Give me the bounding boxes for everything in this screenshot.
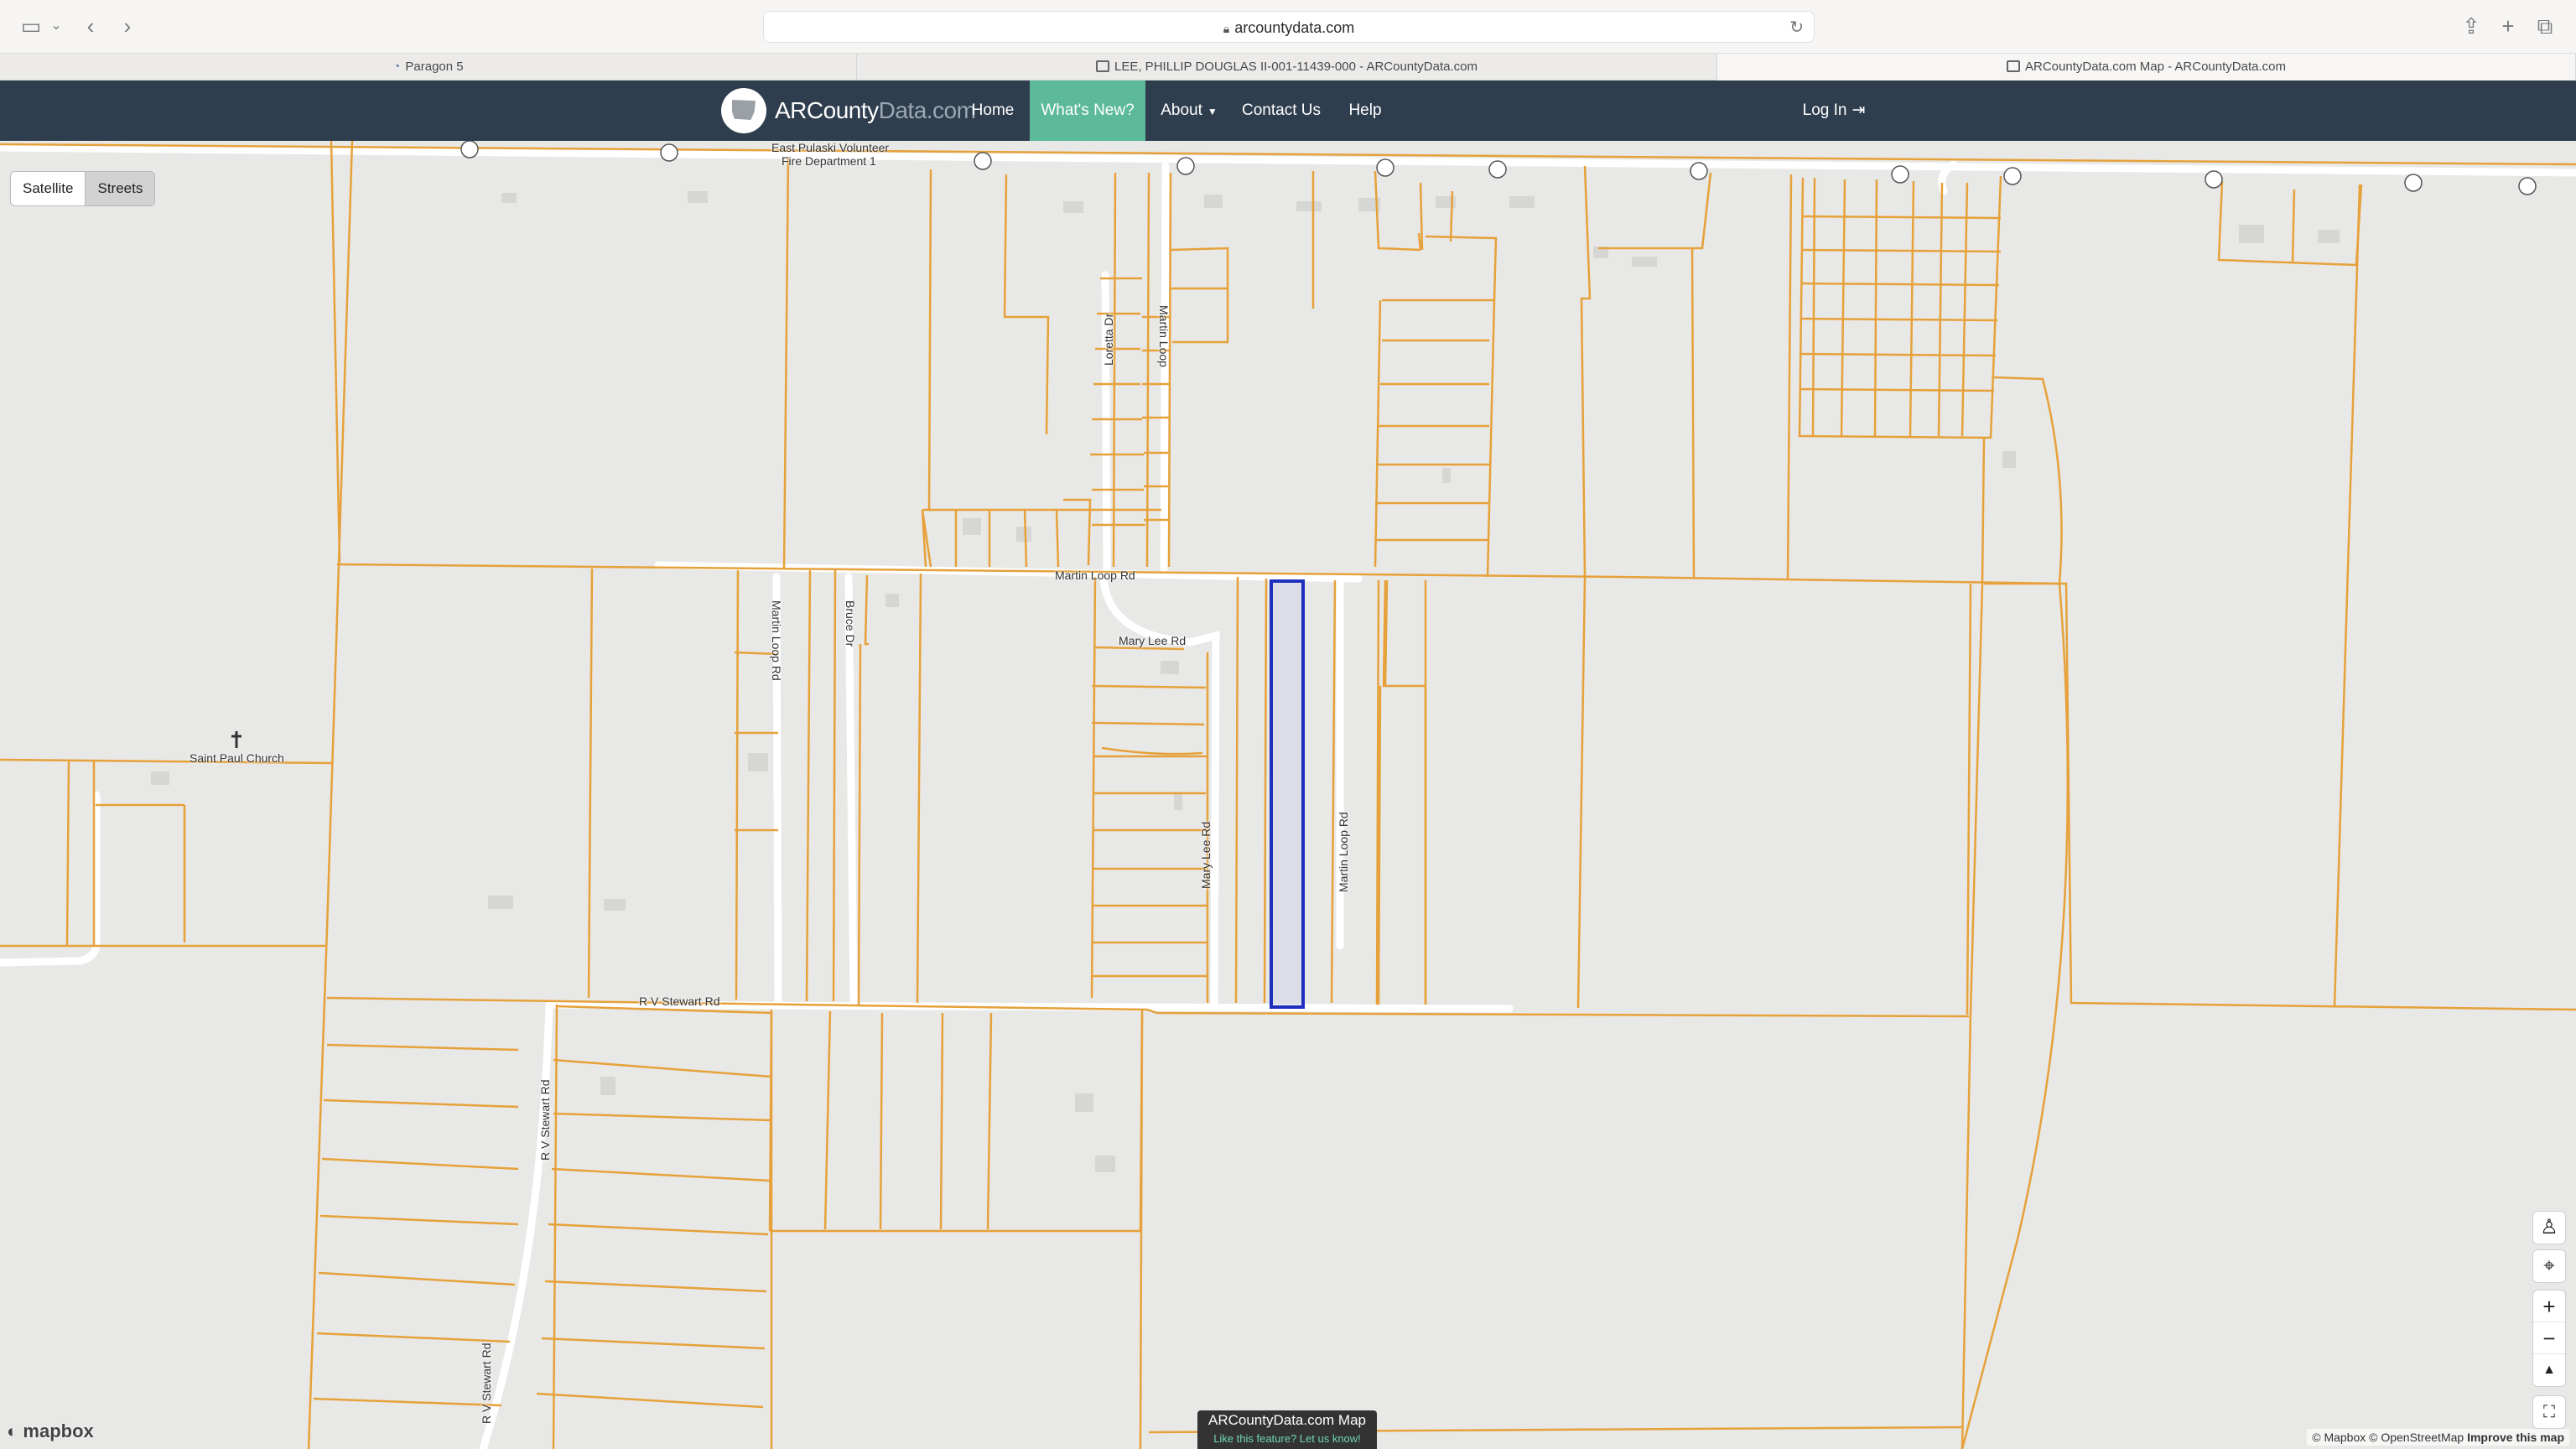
label-bruce-dr: Bruce Dr — [844, 600, 857, 647]
nav-whats-new[interactable]: What's New? — [1030, 80, 1145, 141]
tab-overview-icon[interactable]: ⧉ — [2532, 12, 2558, 40]
label-martin-loop-rd-west: Martin Loop Rd — [770, 600, 783, 681]
tab-label: LEE, PHILLIP DOUGLAS II-001-11439-000 - … — [1114, 60, 1478, 74]
label-rv-stewart-rd-vertical: R V Stewart Rd — [538, 1079, 552, 1161]
attribution-osm[interactable]: © OpenStreetMap — [2369, 1431, 2464, 1444]
label-mary-lee-rd-vertical: Mary Lee Rd — [1199, 821, 1213, 889]
locate-icon[interactable]: ⌖ — [2532, 1249, 2566, 1283]
label-fire-dept-2: Fire Department 1 — [782, 154, 876, 168]
satellite-button[interactable]: Satellite — [11, 172, 85, 205]
attribution-mapbox[interactable]: © Mapbox — [2312, 1431, 2366, 1444]
tab-label: ARCountyData.com Map - ARCountyData.com — [2025, 60, 2286, 74]
label-martin-loop-rd: Martin Loop Rd — [1055, 569, 1135, 582]
nav-contact[interactable]: Contact Us — [1238, 80, 1325, 141]
nav-about-label: About — [1161, 101, 1202, 119]
road-church — [0, 791, 101, 967]
label-mary-lee-rd: Mary Lee Rd — [1119, 634, 1187, 647]
building-layer — [151, 191, 2340, 1172]
address-bar[interactable]: 🔒︎ arcountydata.com ↻ — [763, 11, 1815, 43]
road-loop-ne — [1938, 160, 1958, 195]
zoom-out-button[interactable]: − — [2533, 1322, 2565, 1354]
church-cross-icon — [231, 731, 242, 748]
map-layer — [0, 141, 2576, 1449]
tab-bar: ◔ Paragon 5 LEE, PHILLIP DOUGLAS II-001-1… — [0, 54, 2576, 80]
zoom-in-button[interactable]: + — [2533, 1291, 2565, 1322]
label-fire-dept: East Pulaski Volunteer — [771, 141, 890, 154]
tab-map[interactable]: ARCountyData.com Map - ARCountyData.com — [1717, 54, 2576, 80]
caret-down-icon: ▼ — [1207, 106, 1218, 117]
streets-button[interactable]: Streets — [85, 172, 155, 205]
lock-icon: 🔒︎ — [1223, 22, 1230, 35]
tab-parcel-record[interactable]: LEE, PHILLIP DOUGLAS II-001-11439-000 - … — [857, 54, 1717, 80]
highway-70 — [0, 143, 2576, 177]
promo-feedback-link[interactable]: Like this feature? Let us know! — [1197, 1431, 1377, 1447]
login-label: Log In — [1802, 101, 1847, 119]
browser-toolbar: ▭ ⌄ ‹ › 🔒︎ arcountydata.com ↻ ⇪ + ⧉ — [0, 0, 2576, 54]
chevron-down-icon[interactable]: ⌄ — [49, 12, 64, 40]
map-feedback-banner[interactable]: ARCountyData.com Map Like this feature? … — [1197, 1410, 1377, 1449]
nav-help[interactable]: Help — [1338, 80, 1392, 141]
site-navbar: ARCountyData.com Home What's New? About ▼… — [0, 80, 2576, 141]
map-favicon-icon — [1096, 60, 1109, 72]
url-text: arcountydata.com — [1234, 19, 1355, 36]
label-martin-loop-north: Martin Loop — [1157, 305, 1171, 367]
back-icon[interactable]: ‹ — [80, 12, 101, 40]
login-link[interactable]: Log In ⇥ — [1796, 80, 1872, 141]
zoom-controls: + − ▲ — [2532, 1290, 2566, 1387]
compass-button[interactable]: ▲ — [2533, 1354, 2565, 1386]
share-icon[interactable]: ⇪ — [2459, 12, 2484, 40]
reload-icon[interactable]: ↻ — [1789, 12, 1804, 44]
label-rv-stewart-rd: R V Stewart Rd — [639, 995, 720, 1008]
label-loretta-dr: Loretta Dr — [1102, 313, 1115, 366]
site-logo[interactable]: ARCountyData.com — [721, 87, 976, 134]
sidebar-toggle-icon[interactable]: ▭ — [18, 12, 44, 40]
tab-paragon[interactable]: ◔ Paragon 5 — [0, 54, 857, 80]
gauge-icon: ◔ — [392, 60, 401, 74]
logo-text: ARCountyData.com — [775, 97, 976, 123]
nav-about[interactable]: About ▼ — [1149, 80, 1229, 141]
forward-icon[interactable]: › — [117, 12, 138, 40]
basemap-toggle: Satellite Streets — [10, 171, 156, 206]
nav-home[interactable]: Home — [963, 80, 1023, 141]
login-icon: ⇥ — [1852, 101, 1866, 119]
label-church: Saint Paul Church — [190, 751, 284, 765]
label-rv-stewart-rd-vertical-2: R V Stewart Rd — [480, 1343, 493, 1424]
promo-title: ARCountyData.com Map — [1208, 1412, 1367, 1428]
map-attribution: © Mapbox © OpenStreetMap Improve this ma… — [2307, 1429, 2569, 1446]
mapbox-logo-text: mapbox — [23, 1420, 94, 1441]
mapbox-logo-icon: ◐ — [7, 1420, 18, 1441]
new-tab-icon[interactable]: + — [2496, 12, 2521, 40]
street-view-icon[interactable]: ♙ — [2532, 1211, 2566, 1244]
tab-label: Paragon 5 — [405, 60, 464, 74]
map-canvas[interactable]: East Pulaski Volunteer Fire Department 1… — [0, 141, 2576, 1449]
mapbox-logo[interactable]: ◐ mapbox — [7, 1420, 94, 1442]
label-martin-loop-rd-south: Martin Loop Rd — [1337, 812, 1350, 892]
road-martin-loop-north — [1160, 162, 1170, 573]
selected-parcel — [1270, 579, 1305, 1009]
fullscreen-icon[interactable]: ⛶ — [2532, 1395, 2566, 1429]
map-favicon-icon — [2007, 60, 2021, 72]
arkansas-logo-icon — [721, 88, 766, 133]
improve-map-link[interactable]: Improve this map — [2467, 1431, 2564, 1444]
